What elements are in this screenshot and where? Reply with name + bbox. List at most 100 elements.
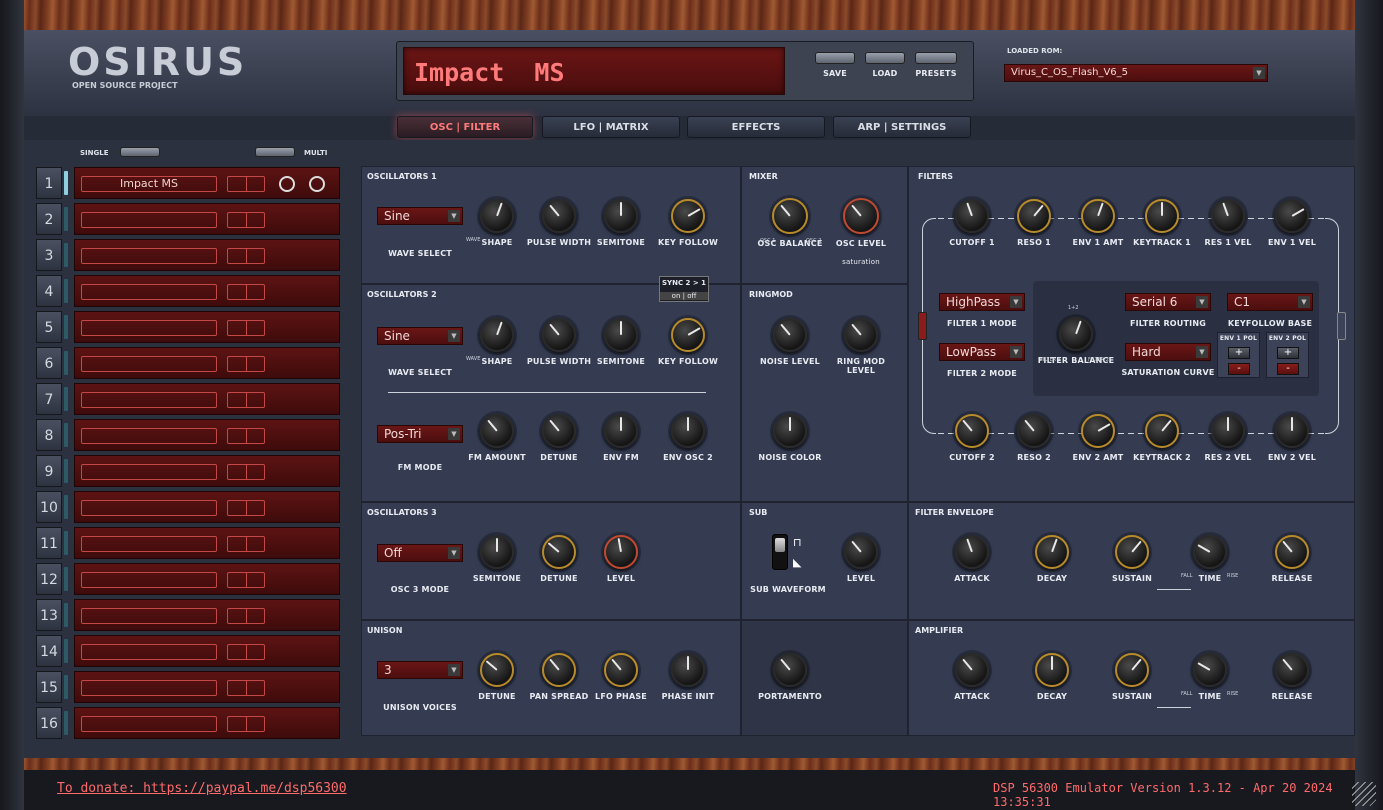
osc2-pw-knob[interactable] <box>542 318 576 352</box>
fenv-attack-knob[interactable] <box>955 535 989 569</box>
env1-pol-plus-button[interactable]: + <box>1228 347 1250 359</box>
rom-select[interactable]: Virus_C_OS_Flash_V6_5 ▼ <box>1004 64 1268 82</box>
donate-link[interactable]: To donate: https://paypal.me/dsp56300 <box>57 781 347 796</box>
part-prev-next[interactable] <box>227 716 265 732</box>
part-prev-next[interactable] <box>227 464 265 480</box>
filter-row2-knob-5[interactable] <box>1211 414 1245 448</box>
env2-pol-plus-button[interactable]: + <box>1277 347 1299 359</box>
fm-mode-select[interactable]: Pos-Tri ▼ <box>377 425 463 443</box>
portamento-knob[interactable] <box>773 653 807 687</box>
filter-row1-knob-2[interactable] <box>1017 199 1051 233</box>
ring-mod-knob[interactable] <box>844 318 878 352</box>
osc1-wave-select[interactable]: Sine ▼ <box>377 207 463 225</box>
amp-sustain-knob[interactable] <box>1115 653 1149 687</box>
lfo-phase-knob[interactable] <box>604 653 638 687</box>
part-name[interactable] <box>81 680 217 696</box>
part-number[interactable]: 14 <box>36 635 62 667</box>
part-slot[interactable] <box>74 599 340 631</box>
part-row[interactable]: 3 <box>36 239 340 271</box>
part-number[interactable]: 1 <box>36 167 62 199</box>
part-slot[interactable] <box>74 707 340 739</box>
part-number[interactable]: 3 <box>36 239 62 271</box>
part-row[interactable]: 1 Impact MS <box>36 167 340 199</box>
unison-detune-knob[interactable] <box>480 653 514 687</box>
tab-arp-settings[interactable]: ARP | SETTINGS <box>833 116 971 138</box>
part-prev-next[interactable] <box>227 320 265 336</box>
filter-row1-knob-5[interactable] <box>1211 199 1245 233</box>
unison-voices-select[interactable]: 3 ▼ <box>377 661 463 679</box>
part-slot[interactable] <box>74 563 340 595</box>
part-prev-next[interactable] <box>227 572 265 588</box>
part-row[interactable]: 15 <box>36 671 340 703</box>
part-row[interactable]: 9 <box>36 455 340 487</box>
part-slot[interactable] <box>74 455 340 487</box>
filter-row1-knob-6[interactable] <box>1275 199 1309 233</box>
part-name[interactable] <box>81 212 217 228</box>
part-name[interactable] <box>81 536 217 552</box>
part-prev-next[interactable] <box>227 248 265 264</box>
env-fm-knob[interactable] <box>604 414 638 448</box>
filter-row2-knob-4[interactable] <box>1145 414 1179 448</box>
part-row[interactable]: 11 <box>36 527 340 559</box>
part-prev-next[interactable] <box>227 428 265 444</box>
part-prev-next[interactable] <box>227 680 265 696</box>
part-reset-icon[interactable] <box>279 176 295 192</box>
filter-row1-knob-1[interactable] <box>955 199 989 233</box>
part-slot[interactable] <box>74 347 340 379</box>
part-row[interactable]: 12 <box>36 563 340 595</box>
part-slot[interactable]: Impact MS <box>74 167 340 199</box>
part-prev-next[interactable] <box>227 356 265 372</box>
part-prev-next[interactable] <box>227 608 265 624</box>
osc2-semitone-knob[interactable] <box>604 318 638 352</box>
part-number[interactable]: 8 <box>36 419 62 451</box>
part-prev-next[interactable] <box>227 644 265 660</box>
part-row[interactable]: 16 <box>36 707 340 739</box>
part-row[interactable]: 4 <box>36 275 340 307</box>
presets-button[interactable] <box>915 52 957 64</box>
part-number[interactable]: 4 <box>36 275 62 307</box>
osc1-semitone-knob[interactable] <box>604 199 638 233</box>
part-prev-next[interactable] <box>227 392 265 408</box>
amp-attack-knob[interactable] <box>955 653 989 687</box>
amp-release-knob[interactable] <box>1275 653 1309 687</box>
patch-display[interactable]: Impact MS <box>403 47 785 95</box>
part-name[interactable] <box>81 284 217 300</box>
osc1-keyfollow-knob[interactable] <box>671 199 705 233</box>
part-row[interactable]: 7 <box>36 383 340 415</box>
part-row[interactable]: 14 <box>36 635 340 667</box>
part-number[interactable]: 12 <box>36 563 62 595</box>
osc3-detune-knob[interactable] <box>542 535 576 569</box>
part-slot[interactable] <box>74 419 340 451</box>
filter1-mode-select[interactable]: HighPass ▼ <box>939 293 1025 311</box>
sub-waveform-switch[interactable] <box>772 534 788 570</box>
part-slot[interactable] <box>74 671 340 703</box>
part-power-icon[interactable] <box>309 176 325 192</box>
filter2-link-toggle[interactable] <box>1337 312 1346 340</box>
env2-pol-minus-button[interactable]: - <box>1277 363 1299 375</box>
part-row[interactable]: 2 <box>36 203 340 235</box>
fenv-time-knob[interactable] <box>1193 535 1227 569</box>
filter2-mode-select[interactable]: LowPass ▼ <box>939 343 1025 361</box>
part-name[interactable] <box>81 428 217 444</box>
part-number[interactable]: 11 <box>36 527 62 559</box>
fenv-sustain-knob[interactable] <box>1115 535 1149 569</box>
fm-amount-knob[interactable] <box>480 414 514 448</box>
filter-row2-knob-6[interactable] <box>1275 414 1309 448</box>
filter-routing-select[interactable]: Serial 6 ▼ <box>1125 293 1211 311</box>
part-name[interactable] <box>81 248 217 264</box>
env1-pol-minus-button[interactable]: - <box>1228 363 1250 375</box>
part-name[interactable] <box>81 392 217 408</box>
part-name[interactable]: Impact MS <box>81 176 217 192</box>
tab-lfo-matrix[interactable]: LFO | MATRIX <box>542 116 680 138</box>
part-number[interactable]: 6 <box>36 347 62 379</box>
osc1-pw-knob[interactable] <box>542 199 576 233</box>
sync-button[interactable]: SYNC 2 > 1 on | off <box>659 276 709 302</box>
osc2-shape-knob[interactable] <box>480 318 514 352</box>
part-name[interactable] <box>81 320 217 336</box>
part-row[interactable]: 6 <box>36 347 340 379</box>
part-prev-next[interactable] <box>227 536 265 552</box>
part-name[interactable] <box>81 572 217 588</box>
noise-color-knob[interactable] <box>773 414 807 448</box>
part-number[interactable]: 7 <box>36 383 62 415</box>
osc-balance-knob[interactable] <box>772 198 808 234</box>
